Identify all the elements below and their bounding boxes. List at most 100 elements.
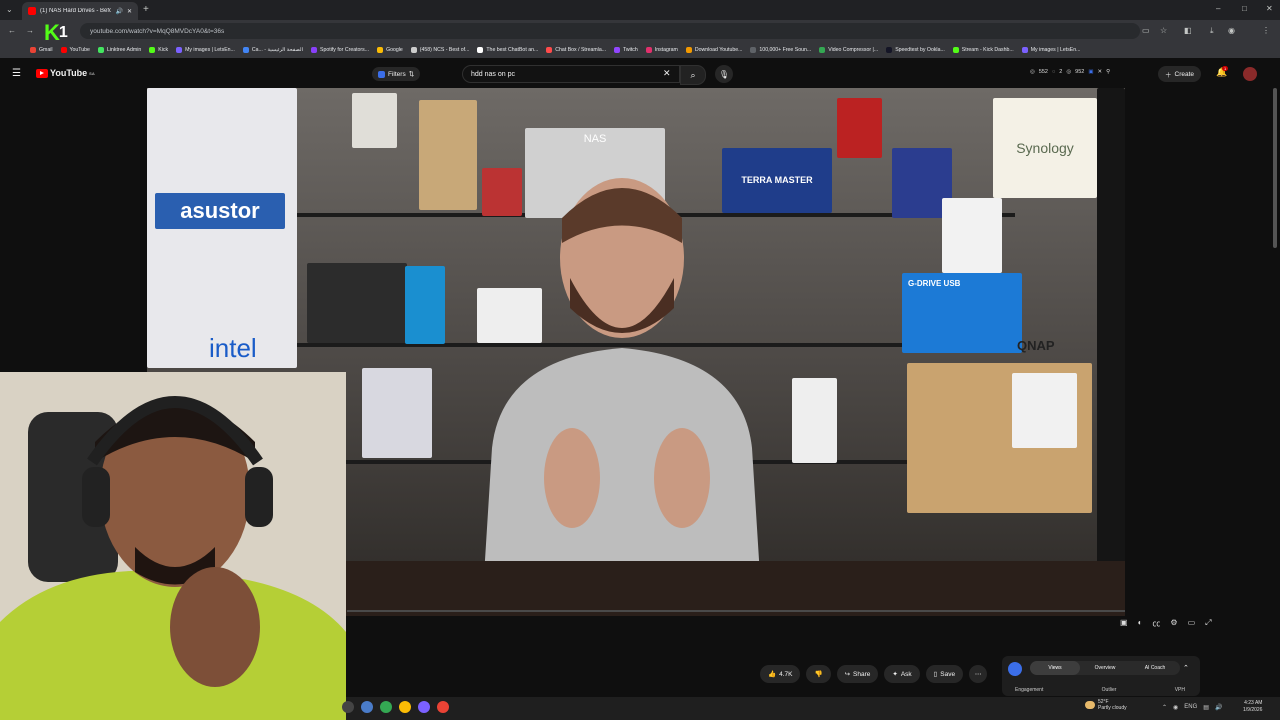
share-button[interactable]: ↪ Share	[836, 665, 879, 683]
taskbar-app-icon[interactable]	[342, 701, 354, 713]
tab-close-icon[interactable]: ✕	[127, 8, 132, 15]
bookmark-item[interactable]: Download Youtube...	[685, 47, 742, 53]
volume-icon[interactable]: 🔊	[1215, 704, 1222, 711]
taskbar	[346, 697, 1280, 720]
language-indicator[interactable]: ENG	[1184, 704, 1197, 711]
browser-menu-icon[interactable]: ⋮	[1262, 26, 1270, 35]
create-button[interactable]: ＋ Create	[1158, 66, 1202, 82]
download-icon[interactable]: ⤓	[1210, 26, 1214, 36]
presenter-hand	[544, 428, 600, 528]
avatar[interactable]	[1243, 67, 1257, 81]
nas-device-box	[1012, 373, 1077, 448]
miniplayer-icon[interactable]: ▣	[1120, 618, 1128, 629]
presenter-hand	[654, 428, 710, 528]
bookmark-item[interactable]: Instagram	[645, 47, 678, 53]
collapse-chevron-icon[interactable]: ⌃	[1183, 664, 1189, 672]
weather-widget[interactable]: 52°F Partly cloudy	[1085, 699, 1127, 711]
minimize-button[interactable]: –	[1216, 4, 1220, 13]
extensions-icon[interactable]: ◧	[1184, 26, 1192, 35]
player-controls: ▣ ◐ ㏄ ⚙ ▭ ⤢	[1120, 618, 1212, 629]
taskbar-app-icon[interactable]	[399, 701, 411, 713]
youtube-logo-text: YouTube	[50, 68, 88, 78]
chrome-profile-icon[interactable]	[437, 701, 449, 713]
save-button[interactable]: ▯ Save	[925, 665, 964, 683]
tab-views[interactable]: Views	[1030, 661, 1080, 675]
captions-icon[interactable]: ㏄	[1152, 618, 1160, 629]
tab-audio-icon[interactable]: 🔊	[115, 8, 122, 15]
obs-icon[interactable]	[418, 701, 430, 713]
browser-tab[interactable]: (1) NAS Hard Drives - Befo 🔊 ✕	[22, 2, 138, 20]
bookmark-item[interactable]: My images | LetsEn...	[176, 47, 235, 53]
bookmark-item[interactable]: Gmail	[30, 47, 53, 53]
back-arrow-icon[interactable]: ←	[8, 26, 16, 35]
tray-chevron-icon[interactable]: ⌃	[1162, 704, 1167, 711]
microphone-icon: 🎙	[718, 69, 730, 79]
search-input[interactable]: hdd nas on pc	[462, 65, 680, 83]
maximize-button[interactable]: □	[1242, 4, 1247, 13]
youtube-favicon-icon	[28, 7, 36, 15]
synology-box: Synology	[993, 98, 1097, 198]
page-scrollbar[interactable]	[1273, 88, 1277, 248]
channel-stats: ◎ 552 ◌ 2 ◎ 952 ▣ ✕ ⚲	[1030, 69, 1110, 75]
bookmark-item[interactable]: Twitch	[614, 47, 638, 53]
tab-title: (1) NAS Hard Drives - Befo	[40, 8, 112, 14]
address-bar[interactable]: youtube.com/watch?v=MqQ8MVDcYA0&t=36s	[80, 23, 1140, 39]
taskbar-clock[interactable]: 4:23 AM 1/9/2026	[1243, 700, 1262, 714]
bookmark-item[interactable]: YouTube	[60, 47, 90, 53]
bookmark-item[interactable]: Spotify for Creators...	[311, 47, 369, 53]
ask-button[interactable]: ✦ Ask	[884, 665, 920, 683]
flag-icon[interactable]: ✕	[1098, 69, 1103, 75]
autoplay-toggle-icon[interactable]: ◐	[1138, 618, 1143, 629]
bookmark-item[interactable]: Speedtest by Ookla...	[886, 47, 945, 53]
browser-tab-bar	[0, 0, 1280, 20]
stat-value: 2	[1059, 69, 1063, 75]
asustor-banner: asustor	[155, 193, 285, 229]
tab-search-icon[interactable]: ⌄	[6, 5, 13, 14]
dislike-button[interactable]: 👎	[806, 665, 831, 683]
close-window-button[interactable]: ✕	[1266, 4, 1273, 13]
profile-icon[interactable]: ◉	[1228, 26, 1235, 35]
bookmark-item[interactable]: The best ChatBot an...	[477, 47, 538, 53]
theater-mode-icon[interactable]: ▭	[1188, 618, 1196, 629]
clear-search-icon[interactable]: ✕	[663, 68, 671, 79]
ext-icon[interactable]: ▣	[1088, 69, 1093, 75]
clock-date: 1/9/2026	[1243, 707, 1263, 713]
bookmark-item[interactable]: Google	[377, 47, 403, 53]
tab-overview[interactable]: Overview	[1080, 665, 1130, 671]
chrome-icon[interactable]	[380, 701, 392, 713]
bookmark-item[interactable]: Kick	[149, 47, 168, 53]
bookmark-item[interactable]: Ca... - الصفحة الرئيسية	[242, 47, 303, 53]
search-icon: ⌕	[690, 69, 696, 80]
forward-arrow-icon[interactable]: →	[26, 26, 34, 35]
youtube-logo[interactable]: YouTube SA	[36, 68, 95, 78]
region-code: SA	[89, 70, 95, 76]
voice-search-button[interactable]: 🎙	[715, 65, 733, 83]
headphone-cup	[245, 467, 273, 527]
search-button[interactable]: ⌕	[680, 65, 706, 85]
bookmark-item[interactable]: 100,000+ Free Soun...	[750, 47, 811, 53]
bookmark-item[interactable]: Stream - Kick Dashb...	[952, 47, 1014, 53]
tab-ai-coach[interactable]: AI Coach	[1130, 665, 1180, 671]
filters-button[interactable]: Filters ⇅	[372, 67, 421, 81]
new-tab-button[interactable]: +	[143, 4, 149, 15]
ellipsis-icon: ⋯	[974, 671, 982, 678]
broadcast-icon[interactable]: ⚲	[1106, 69, 1110, 75]
bookmark-item[interactable]: Linktree Admin	[97, 47, 141, 53]
location-icon[interactable]: ◉	[1173, 704, 1178, 711]
intel-banner: intel	[209, 333, 257, 363]
hamburger-menu-icon[interactable]: ☰	[12, 68, 21, 79]
fullscreen-icon[interactable]: ⤢	[1205, 618, 1211, 629]
bookmark-item[interactable]: My images | LetsEn...	[1021, 47, 1080, 53]
bookmark-item[interactable]: (458) NCS - Best of...	[410, 47, 469, 53]
bookmark-star-icon[interactable]: ☆	[1160, 26, 1167, 35]
like-button[interactable]: 👍 4.7K	[760, 665, 801, 683]
bookmark-item[interactable]: Video Compressor |...	[819, 47, 878, 53]
video-progress-bar[interactable]	[347, 610, 1125, 612]
settings-gear-icon[interactable]: ⚙	[1170, 618, 1177, 629]
more-actions-button[interactable]: ⋯	[969, 665, 988, 683]
bookmark-item[interactable]: Chat Box / Streamla...	[546, 47, 606, 53]
cast-icon[interactable]: ▭	[1142, 26, 1150, 35]
settings-app-icon[interactable]	[361, 701, 373, 713]
clock-time: 4:23 AM	[1244, 700, 1263, 706]
network-icon[interactable]: ▤	[1203, 704, 1209, 711]
